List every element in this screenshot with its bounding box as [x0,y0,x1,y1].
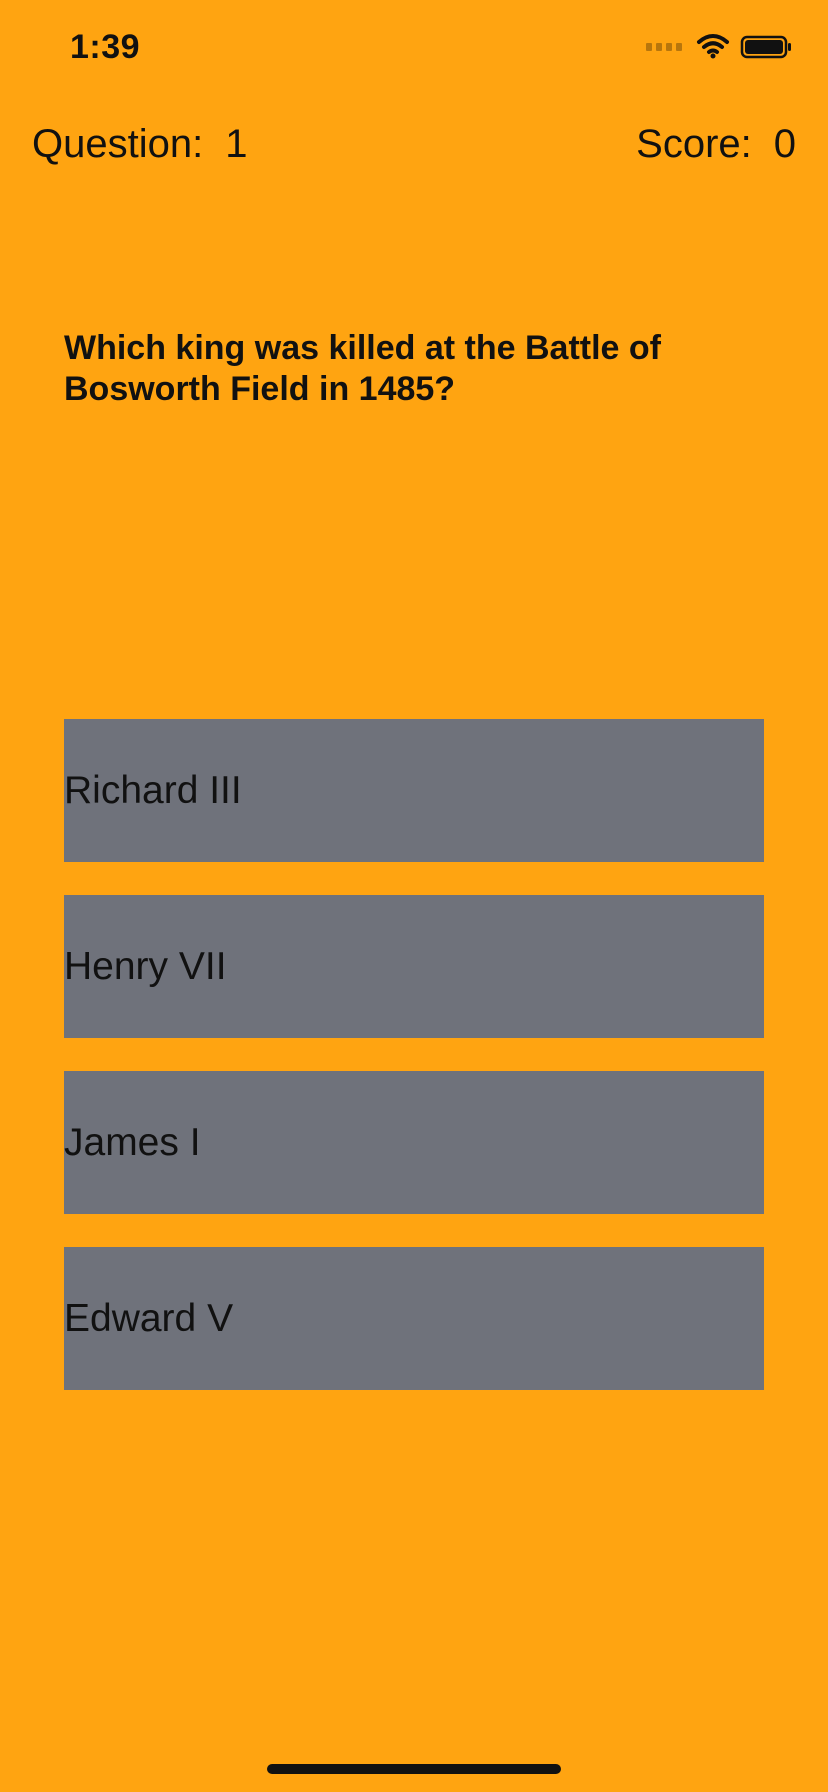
score-label: Score: [636,122,752,166]
answer-label-4: Edward V [64,1296,234,1340]
status-bar: 1:39 [0,0,828,100]
answer-button-2[interactable]: Henry VII [64,895,764,1038]
signal-icon [646,43,682,51]
answer-button-1[interactable]: Richard III [64,719,764,862]
answer-list: Richard III Henry VII James I Edward V [64,719,764,1390]
answer-label-3: James I [64,1120,201,1164]
wifi-icon [696,34,730,60]
question-text: Which king was killed at the Battle of B… [64,329,661,408]
score-value: 0 [773,122,796,166]
question-number: 1 [225,122,248,166]
status-icons [646,34,794,60]
question-counter: Question: 1 [32,118,247,170]
answer-button-4[interactable]: Edward V [64,1247,764,1390]
answer-button-3[interactable]: James I [64,1071,764,1214]
status-time: 1:39 [70,28,141,66]
answer-label-1: Richard III [64,768,242,812]
answer-label-2: Henry VII [64,944,227,988]
home-indicator[interactable] [267,1764,561,1774]
score-counter: Score: 0 [636,118,796,170]
quiz-header: Question: 1 Score: 0 [0,118,828,170]
question-label: Question: [32,122,204,166]
battery-icon [740,34,794,60]
